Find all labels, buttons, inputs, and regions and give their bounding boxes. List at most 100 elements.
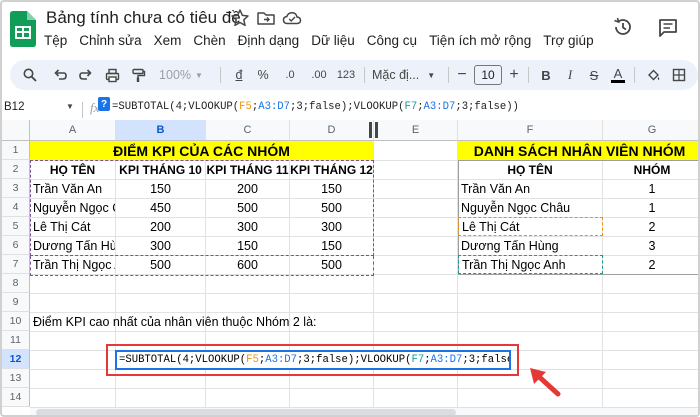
group-cell[interactable]: 1 (603, 198, 698, 217)
decrease-decimal-button[interactable]: .0 (278, 60, 302, 90)
menu-data[interactable]: Dữ liệu (311, 33, 355, 51)
comment-icon[interactable] (657, 17, 679, 39)
column-header-a[interactable]: A (30, 120, 116, 141)
text-color-button[interactable]: A (608, 60, 628, 90)
row-header[interactable]: 5 (2, 217, 30, 236)
select-all-corner[interactable] (2, 120, 30, 141)
group-cell-name[interactable]: Nguyễn Ngọc Châu (458, 198, 602, 217)
row-header[interactable]: 10 (2, 312, 30, 331)
menu-format[interactable]: Định dạng (238, 33, 300, 51)
group-cell-name-f5[interactable]: Lê Thị Cát (458, 217, 603, 236)
row-header[interactable]: 3 (2, 179, 30, 198)
row-header[interactable]: 11 (2, 331, 30, 350)
column-header-g[interactable]: G (603, 120, 698, 141)
kpi-cell[interactable]: 500 (290, 255, 373, 274)
search-menus-icon[interactable] (18, 60, 42, 90)
menu-file[interactable]: Tệp (44, 33, 67, 51)
row-header[interactable]: 14 (2, 388, 30, 407)
number-format-button[interactable]: 123 (334, 60, 358, 90)
column-header-d[interactable]: D (290, 120, 374, 141)
kpi-cell[interactable]: 300 (290, 217, 373, 236)
kpi-cell-name[interactable]: Trần Văn An (30, 179, 115, 198)
group-cell[interactable]: 2 (603, 217, 698, 236)
increase-decimal-button[interactable]: .00 (306, 60, 332, 90)
frozen-column-handle[interactable] (369, 122, 372, 138)
menu-extensions[interactable]: Tiện ích mở rộng (429, 33, 531, 51)
menu-edit[interactable]: Chỉnh sửa (79, 33, 141, 51)
kpi-cell[interactable]: 300 (116, 236, 205, 255)
kpi-cell-name[interactable]: Lê Thị Cát (30, 217, 115, 236)
kpi-cell[interactable]: 150 (290, 179, 373, 198)
group-cell-name-f7[interactable]: Trần Thị Ngọc Anh (458, 255, 603, 274)
kpi-cell[interactable]: 300 (206, 217, 289, 236)
group-table-title[interactable]: DANH SÁCH NHÂN VIÊN NHÓM (458, 141, 698, 160)
italic-button[interactable]: I (560, 60, 580, 90)
bold-button[interactable]: B (536, 60, 556, 90)
menu-insert[interactable]: Chèn (193, 33, 225, 51)
kpi-cell[interactable]: 150 (206, 236, 289, 255)
undo-icon[interactable] (48, 60, 72, 90)
active-cell-editor[interactable]: =SUBTOTAL(4;VLOOKUP(F5; A3:D7 ;3;false);VL… (115, 350, 511, 370)
row-header[interactable]: 2 (2, 160, 30, 179)
group-cell[interactable]: 3 (603, 236, 698, 255)
document-title[interactable]: Bảng tính chưa có tiêu đề (46, 8, 241, 28)
kpi-header-m10[interactable]: KPI THÁNG 10 (116, 160, 205, 179)
kpi-cell[interactable]: 600 (206, 255, 289, 274)
name-box-dropdown-icon[interactable]: ▼ (66, 102, 74, 111)
font-size-input[interactable]: 10 (474, 60, 502, 90)
borders-icon[interactable] (668, 60, 690, 90)
row-header[interactable]: 9 (2, 293, 30, 312)
question-text[interactable]: Điểm KPI cao nhất của nhân viên thuộc Nh… (30, 312, 430, 331)
menu-tools[interactable]: Công cụ (367, 33, 417, 51)
strikethrough-button[interactable]: S (584, 60, 604, 90)
group-header-name[interactable]: HỌ TÊN (458, 160, 602, 179)
redo-icon[interactable] (74, 60, 98, 90)
zoom-select[interactable]: 100% ▼ (158, 60, 204, 90)
row-header[interactable]: 7 (2, 255, 30, 274)
history-icon[interactable] (612, 16, 634, 38)
group-cell[interactable]: 2 (603, 255, 698, 274)
cloud-status-icon[interactable] (282, 8, 302, 28)
row-header[interactable]: 1 (2, 141, 30, 160)
paint-format-icon[interactable] (126, 60, 150, 90)
currency-format-button[interactable]: đ (230, 60, 248, 90)
move-folder-icon[interactable] (256, 8, 276, 28)
kpi-cell[interactable]: 500 (206, 198, 289, 217)
row-header[interactable]: 13 (2, 369, 30, 388)
kpi-cell-name[interactable]: Trần Thị Ngọc Ar (30, 255, 115, 274)
group-cell-name[interactable]: Dương Tấn Hùng (458, 236, 602, 255)
kpi-header-m11[interactable]: KPI THÁNG 11 (206, 160, 289, 179)
row-header[interactable]: 8 (2, 274, 30, 293)
frozen-column-handle[interactable] (375, 122, 378, 138)
column-header-b[interactable]: B (116, 120, 206, 141)
group-header-group[interactable]: NHÓM (603, 160, 698, 179)
row-header-active[interactable]: 12 (2, 350, 30, 369)
name-box[interactable]: B12 (4, 101, 74, 119)
decrease-font-size-button[interactable]: − (454, 60, 470, 90)
kpi-cell-name[interactable]: Dương Tấn Hùng (30, 236, 115, 255)
kpi-header-name[interactable]: HỌ TÊN (30, 160, 115, 179)
kpi-cell[interactable]: 200 (206, 179, 289, 198)
help-marker-icon[interactable]: ? (98, 97, 110, 111)
column-header-c[interactable]: C (206, 120, 290, 141)
kpi-cell[interactable]: 500 (290, 198, 373, 217)
row-header[interactable]: 6 (2, 236, 30, 255)
column-header-e[interactable]: E (374, 120, 458, 141)
percent-format-button[interactable]: % (254, 60, 272, 90)
print-icon[interactable] (100, 60, 124, 90)
font-select[interactable]: Mặc đị... ▼ (372, 60, 444, 90)
group-cell[interactable]: 1 (603, 179, 698, 198)
kpi-cell-name[interactable]: Nguyễn Ngọc Ch (30, 198, 115, 217)
column-header-f[interactable]: F (458, 120, 603, 141)
kpi-header-m12[interactable]: KPI THÁNG 12 (290, 160, 373, 179)
sheets-logo-icon[interactable] (10, 11, 36, 47)
horizontal-scrollbar-thumb[interactable] (36, 409, 456, 415)
kpi-cell[interactable]: 150 (290, 236, 373, 255)
group-cell-name[interactable]: Trần Văn An (458, 179, 602, 198)
increase-font-size-button[interactable]: + (506, 60, 522, 90)
kpi-cell[interactable]: 150 (116, 179, 205, 198)
star-icon[interactable] (230, 8, 250, 28)
kpi-cell[interactable]: 450 (116, 198, 205, 217)
kpi-cell[interactable]: 200 (116, 217, 205, 236)
menu-view[interactable]: Xem (154, 33, 182, 51)
